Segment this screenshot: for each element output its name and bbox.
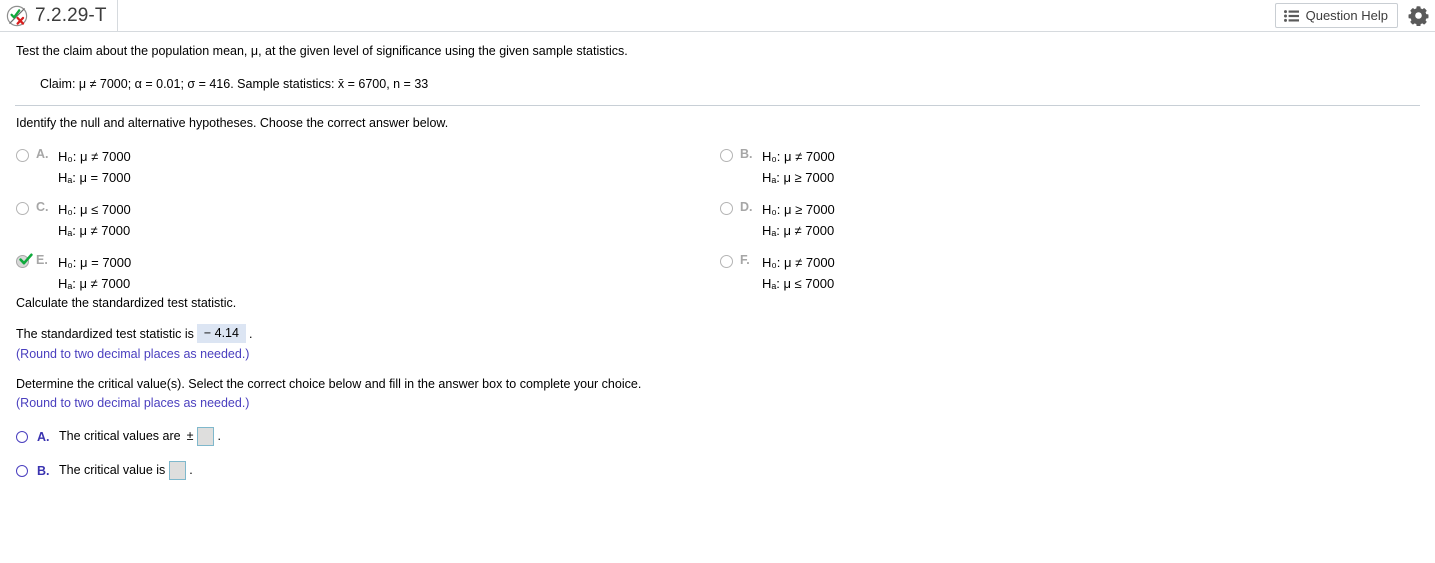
option-e-letter: E.: [36, 253, 48, 267]
option-d[interactable]: D. H₀: μ ≥ 7000 Hₐ: μ ≠ 7000: [720, 199, 835, 241]
hypotheses-options: A. H₀: μ ≠ 7000 Hₐ: μ = 7000 C. H₀: μ ≤ …: [0, 146, 1435, 292]
critical-value-input[interactable]: [169, 461, 187, 480]
option-f-alt: Hₐ: μ ≤ 7000: [762, 276, 835, 291]
critical-choice-a-label: The critical values are: [59, 428, 181, 443]
radio-option-f[interactable]: [720, 255, 733, 268]
exercise-content: Test the claim about the population mean…: [0, 32, 1435, 480]
radio-option-c[interactable]: [16, 202, 29, 215]
option-d-letter: D.: [740, 200, 753, 214]
critical-value-round-note: (Round to two decimal places as needed.): [16, 396, 250, 410]
option-e-null: H₀: μ = 7000: [58, 255, 132, 270]
critical-choice-a[interactable]: A. The critical values are ±.: [16, 427, 221, 446]
critical-choice-a-period: .: [217, 428, 221, 443]
test-statistic-label: The standardized test statistic is: [16, 326, 194, 341]
list-icon: [1283, 9, 1299, 22]
hypotheses-question: Identify the null and alternative hypoth…: [16, 116, 449, 130]
options-column-right: B. H₀: μ ≠ 7000 Hₐ: μ ≥ 7000 D. H₀: μ ≥ …: [720, 146, 835, 305]
radio-critical-choice-b[interactable]: [16, 464, 28, 477]
test-statistic-period: .: [248, 326, 253, 341]
plus-minus-symbol: ±: [186, 428, 194, 443]
radio-critical-choice-a[interactable]: [16, 430, 28, 443]
option-c-null: H₀: μ ≤ 7000: [58, 202, 131, 217]
page-title: 7.2.29-T: [35, 4, 107, 26]
option-c-alt: Hₐ: μ ≠ 7000: [58, 223, 131, 238]
problem-prompt: Test the claim about the population mean…: [16, 44, 628, 58]
option-f[interactable]: F. H₀: μ ≠ 7000 Hₐ: μ ≤ 7000: [720, 252, 835, 294]
option-e-body: H₀: μ = 7000 Hₐ: μ ≠ 7000: [58, 252, 131, 294]
question-help-button[interactable]: Question Help: [1274, 3, 1398, 28]
option-f-null: H₀: μ ≠ 7000: [762, 255, 835, 270]
option-b-body: H₀: μ ≠ 7000 Hₐ: μ ≥ 7000: [762, 146, 835, 188]
option-e[interactable]: E. H₀: μ = 7000 Hₐ: μ ≠ 7000: [16, 252, 131, 294]
exercise-header: 7.2.29-T Question Help: [0, 0, 1435, 32]
critical-value-choices: A. The critical values are ±. B. The crit…: [0, 427, 1435, 480]
options-column-left: A. H₀: μ ≠ 7000 Hₐ: μ = 7000 C. H₀: μ ≤ …: [16, 146, 131, 305]
critical-choice-b[interactable]: B. The critical value is.: [16, 461, 193, 480]
option-a-alt: Hₐ: μ = 7000: [58, 170, 131, 185]
option-b-null: H₀: μ ≠ 7000: [762, 149, 835, 164]
option-d-body: H₀: μ ≥ 7000 Hₐ: μ ≠ 7000: [762, 199, 835, 241]
radio-option-d[interactable]: [720, 202, 733, 215]
header-actions: Question Help: [1274, 3, 1429, 28]
option-c-letter: C.: [36, 200, 49, 214]
option-a[interactable]: A. H₀: μ ≠ 7000 Hₐ: μ = 7000: [16, 146, 131, 188]
option-c[interactable]: C. H₀: μ ≤ 7000 Hₐ: μ ≠ 7000: [16, 199, 131, 241]
critical-choice-b-text: The critical value is.: [59, 461, 193, 480]
option-a-letter: A.: [36, 147, 49, 161]
test-statistic-instruction: Calculate the standardized test statisti…: [16, 296, 237, 310]
critical-choice-b-period: .: [189, 462, 193, 477]
exercise-title-box: 7.2.29-T: [0, 0, 118, 31]
option-d-null: H₀: μ ≥ 7000: [762, 202, 835, 217]
option-f-letter: F.: [740, 253, 750, 267]
critical-choice-a-text: The critical values are ±.: [59, 427, 221, 446]
critical-values-input[interactable]: [197, 427, 215, 446]
option-a-null: H₀: μ ≠ 7000: [58, 149, 131, 164]
option-a-body: H₀: μ ≠ 7000 Hₐ: μ = 7000: [58, 146, 131, 188]
test-statistic-value[interactable]: − 4.14: [196, 324, 246, 343]
radio-option-a[interactable]: [16, 149, 29, 162]
option-b[interactable]: B. H₀: μ ≠ 7000 Hₐ: μ ≥ 7000: [720, 146, 835, 188]
radio-option-e[interactable]: [16, 253, 33, 268]
question-help-label: Question Help: [1305, 8, 1388, 23]
green-check-icon: [19, 253, 33, 267]
radio-option-b[interactable]: [720, 149, 733, 162]
test-statistic-row: The standardized test statistic is − 4.1…: [0, 311, 1435, 343]
gear-icon[interactable]: [1408, 5, 1429, 27]
test-statistic-round-note: (Round to two decimal places as needed.): [16, 347, 250, 361]
critical-choice-a-letter: A.: [37, 429, 50, 444]
option-c-body: H₀: μ ≤ 7000 Hₐ: μ ≠ 7000: [58, 199, 131, 241]
critical-choice-b-letter: B.: [37, 463, 50, 478]
problem-claim: Claim: μ ≠ 7000; α = 0.01; σ = 416. Samp…: [40, 77, 429, 91]
option-d-alt: Hₐ: μ ≠ 7000: [762, 223, 835, 238]
option-b-alt: Hₐ: μ ≥ 7000: [762, 170, 835, 185]
critical-value-instruction: Determine the critical value(s). Select …: [16, 377, 642, 391]
option-b-letter: B.: [740, 147, 753, 161]
option-f-body: H₀: μ ≠ 7000 Hₐ: μ ≤ 7000: [762, 252, 835, 294]
check-x-circle-icon: [6, 5, 28, 27]
critical-choice-b-label: The critical value is: [59, 462, 166, 477]
option-e-alt: Hₐ: μ ≠ 7000: [58, 276, 131, 291]
